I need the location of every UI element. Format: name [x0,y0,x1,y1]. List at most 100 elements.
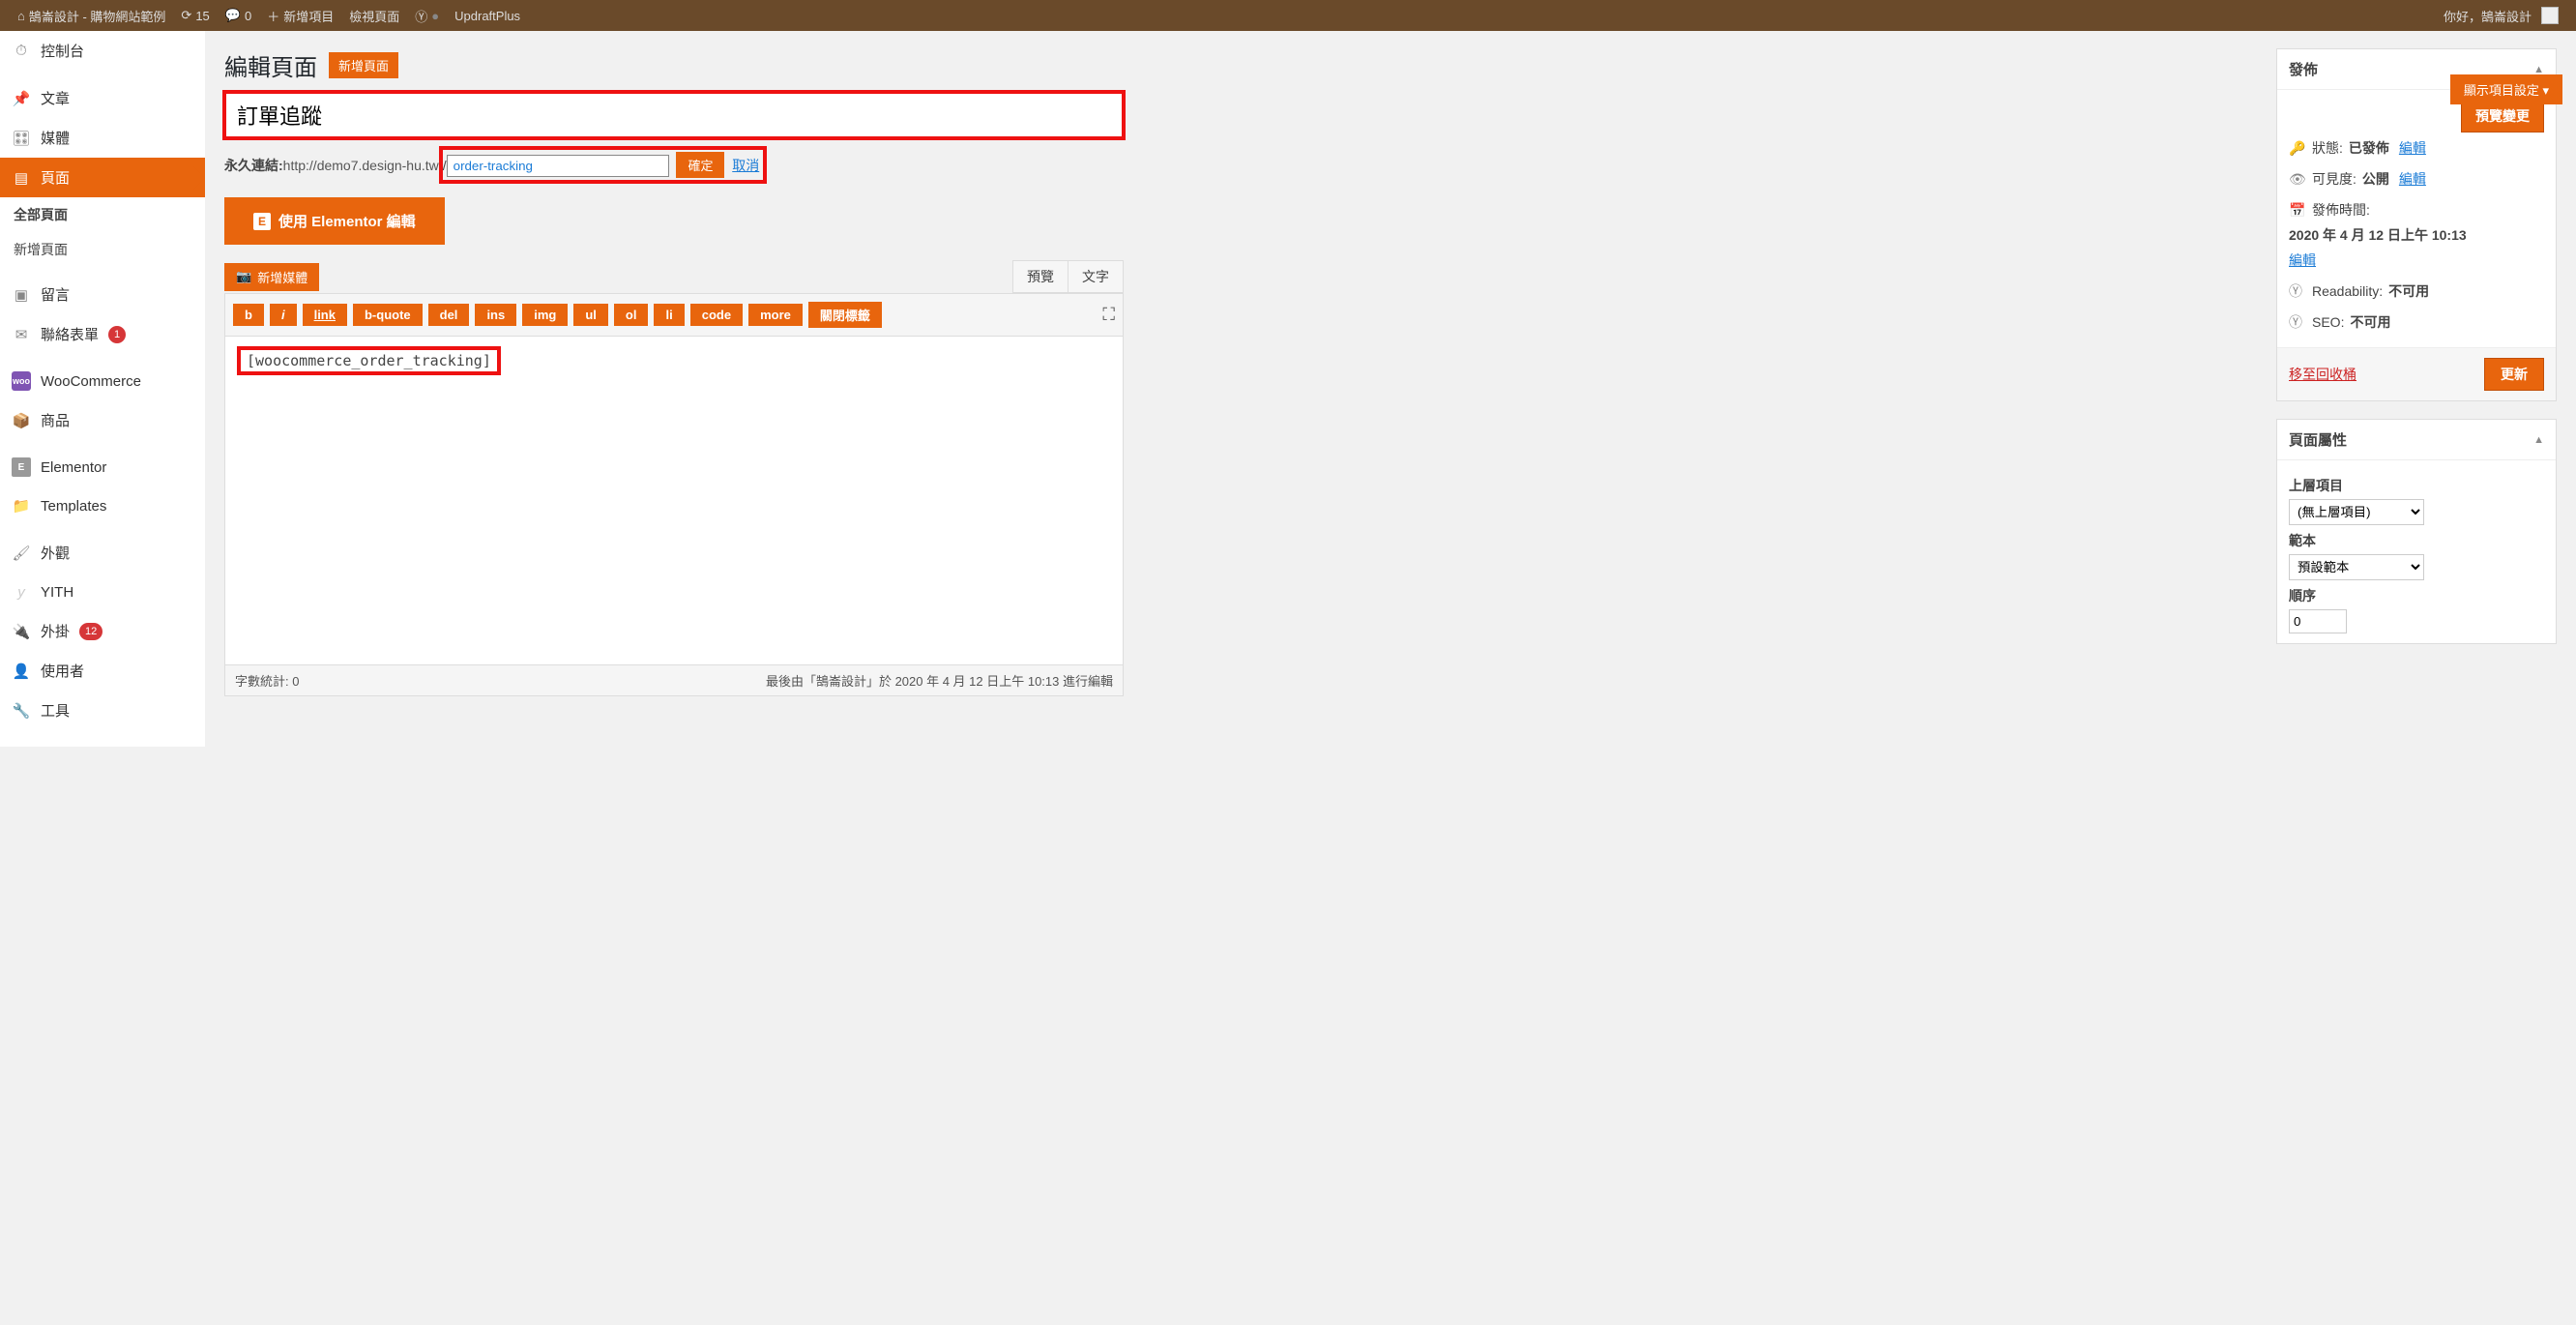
sidebar-item-comments[interactable]: ▣留言 [0,275,205,314]
qt-link-button[interactable]: link [303,304,347,326]
sidebar-subitem-all-pages[interactable]: 全部頁面 [0,197,205,232]
woo-icon: woo [12,371,31,391]
menu-order-input[interactable] [2289,609,2347,633]
updates-link[interactable]: ⟳ 15 [173,0,217,31]
permalink-ok-button[interactable]: 確定 [676,152,724,178]
site-home-link[interactable]: ⌂ 鵠崙設計 - 購物網站範例 [10,0,173,31]
sidebar-item-elementor[interactable]: EElementor [0,448,205,486]
edit-status-link[interactable]: 編輯 [2399,138,2426,158]
permalink-slug-input[interactable] [447,155,669,177]
comments-link[interactable]: 💬 0 [218,0,259,31]
screen-options-button[interactable]: 顯示項目設定 [2450,74,2562,104]
yoast-link[interactable]: Ⓨ ● [407,0,447,31]
last-edited: 最後由「鵠崙設計」於 2020 年 4 月 12 日上午 10:13 進行編輯 [766,671,1113,690]
permalink-cancel-link[interactable]: 取消 [732,158,759,173]
my-account[interactable]: 你好，鵠崙設計 [2436,0,2566,31]
sidebar-item-label: 工具 [41,700,70,721]
sidebar-item-woocommerce[interactable]: wooWooCommerce [0,362,205,400]
sidebar-item-templates[interactable]: 📁Templates [0,486,205,525]
yith-icon: y [12,582,31,602]
sidebar-item-posts[interactable]: 📌文章 [0,78,205,118]
content-editor[interactable]: [woocommerce_order_tracking] [224,337,1124,665]
sidebar-item-label: 商品 [41,410,70,430]
edit-date-link[interactable]: 編輯 [2289,252,2316,268]
avatar-icon [2541,7,2559,24]
greeting-text: 你好，鵠崙設計 [2444,7,2532,25]
permalink-base: http://demo7.design-hu.tw [283,158,439,173]
site-title: 鵠崙設計 - 購物網站範例 [29,7,166,25]
qt-blockquote-button[interactable]: b-quote [353,304,423,326]
status-label: 狀態: [2312,138,2343,158]
qt-more-button[interactable]: more [748,304,803,326]
updraft-label: UpdraftPlus [454,9,520,23]
new-content-link[interactable]: ＋ 新增項目 [259,0,341,31]
edit-with-elementor-button[interactable]: E 使用 Elementor 編輯 [224,197,445,245]
parent-page-select[interactable]: (無上層項目) [2289,499,2424,525]
sidebar-item-pages[interactable]: ▤頁面 [0,158,205,197]
sidebar-item-users[interactable]: 👤使用者 [0,651,205,691]
mail-icon: ✉ [12,325,31,344]
notification-badge: 1 [108,326,126,343]
sidebar-item-appearance[interactable]: 🖌外觀 [0,533,205,573]
toggle-icon[interactable]: ▲ [2533,64,2544,75]
wordcount-value: 0 [292,674,299,689]
sidebar-item-products[interactable]: 📦 商品 [0,400,205,440]
sidebar-item-label: 外掛 [41,621,70,641]
box-icon: 📦 [12,411,31,430]
sidebar-item-label: 聯絡表單 [41,324,99,344]
sidebar-item-dashboard[interactable]: ⏱控制台 [0,31,205,71]
sidebar-item-media[interactable]: 🎛媒體 [0,118,205,158]
seo-value: 不可用 [2350,312,2390,332]
sidebar-item-plugins[interactable]: 🔌外掛 12 [0,611,205,651]
plug-icon: 🔌 [12,622,31,641]
page-heading: 編輯頁面 [224,48,317,82]
preview-changes-button[interactable]: 預覽變更 [2461,100,2544,132]
chat-icon: ▣ [12,285,31,305]
add-new-page-button[interactable]: 新增頁面 [329,52,398,78]
refresh-icon: ⟳ [181,8,191,23]
sidebar-item-yith[interactable]: yYITH [0,573,205,611]
eye-icon: 👁 [2289,171,2306,188]
sidebar-item-label: 文章 [41,88,70,108]
editor-tab-visual[interactable]: 預覽 [1013,261,1068,292]
qt-ul-button[interactable]: ul [573,304,608,326]
sidebar-item-tools[interactable]: 🔧工具 [0,691,205,730]
yoast-icon: Ⓨ [2289,312,2306,332]
updraft-link[interactable]: UpdraftPlus [447,0,528,31]
view-page-link[interactable]: 檢視頁面 [341,0,407,31]
visibility-label: 可見度: [2312,169,2356,189]
comment-icon: 💬 [225,8,241,23]
yoast-icon: Ⓨ [2289,281,2306,301]
plus-icon: ＋ [267,7,279,25]
edit-visibility-link[interactable]: 編輯 [2399,169,2426,189]
sidebar-subitem-new-page[interactable]: 新增頁面 [0,232,205,267]
toggle-icon[interactable]: ▲ [2533,434,2544,446]
template-select[interactable]: 預設範本 [2289,554,2424,580]
qt-bold-button[interactable]: b [233,304,264,326]
new-content-label: 新增項目 [283,7,334,25]
move-to-trash-link[interactable]: 移至回收桶 [2289,365,2356,384]
admin-sidebar: ⏱控制台 📌文章 🎛媒體 ▤頁面 全部頁面 新增頁面 ▣留言 ✉ 聯絡表單 1 w… [0,31,205,747]
qt-ol-button[interactable]: ol [614,304,649,326]
fullscreen-icon[interactable]: ⛶ [1102,305,1115,325]
admin-toolbar: ⌂ 鵠崙設計 - 購物網站範例 ⟳ 15 💬 0 ＋ 新增項目 檢視頁面 Ⓨ ●… [0,0,2576,31]
calendar-icon: 📅 [2289,202,2306,219]
add-media-button[interactable]: 📷 新增媒體 [224,263,319,291]
page-title-input[interactable] [224,92,1124,138]
qt-img-button[interactable]: img [522,304,568,326]
qt-close-tags-button[interactable]: 關閉標籤 [808,302,882,328]
update-button[interactable]: 更新 [2484,358,2544,391]
sidebar-item-label: 控制台 [41,41,84,61]
qt-li-button[interactable]: li [654,304,684,326]
home-icon: ⌂ [17,9,25,23]
qt-ins-button[interactable]: ins [475,304,516,326]
qt-del-button[interactable]: del [428,304,470,326]
wordcount-label: 字數統計: [235,674,292,689]
editor-content: [woocommerce_order_tracking] [237,346,501,375]
editor-tab-text[interactable]: 文字 [1068,261,1123,292]
qt-code-button[interactable]: code [690,304,743,326]
sidebar-item-contact[interactable]: ✉ 聯絡表單 1 [0,314,205,354]
publish-title: 發佈 [2289,59,2318,79]
published-label: 發佈時間: [2312,200,2370,220]
qt-italic-button[interactable]: i [270,304,297,326]
